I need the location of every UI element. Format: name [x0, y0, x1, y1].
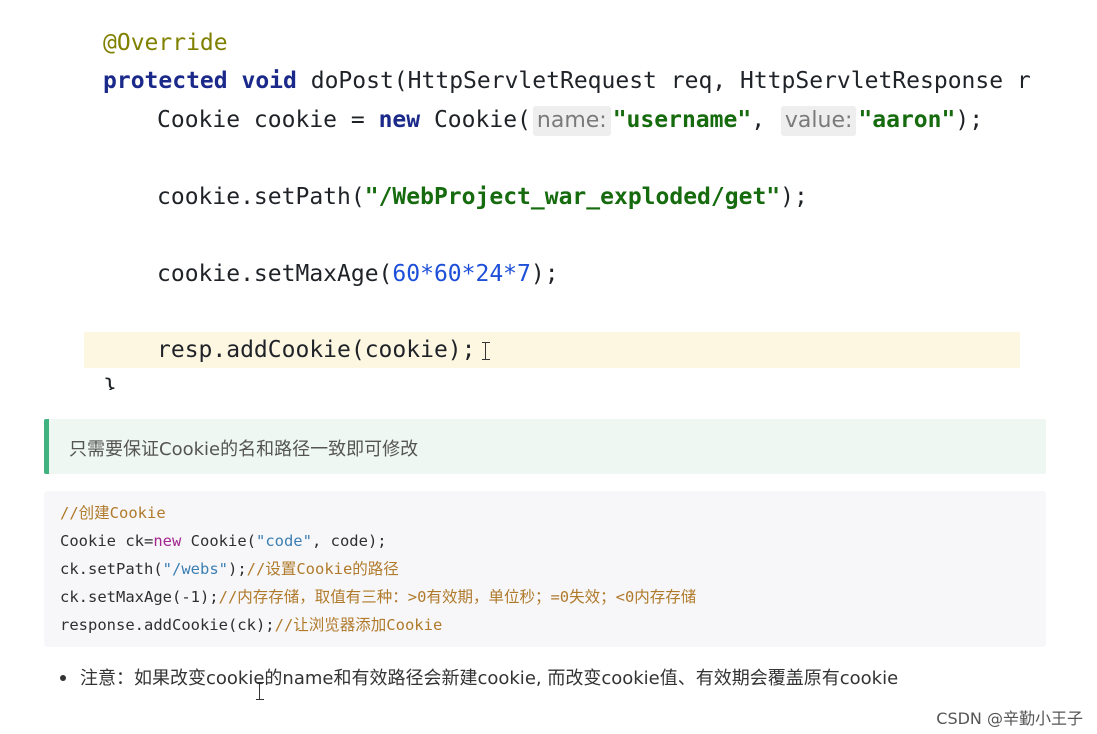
param-hint-name: name: [532, 106, 611, 136]
code-line-annotation: @Override [103, 30, 228, 56]
code-editor: @Override protected void doPost(HttpServ… [0, 0, 1097, 400]
code-line-new-cookie: Cookie cookie = new Cookie(name: "usernam… [0, 102, 1020, 138]
code-block-line: ck.setPath("/webs");//设置Cookie的路径 [60, 560, 399, 578]
text-cursor-icon [256, 682, 264, 700]
bullet-text: 注意：如果改变cookie的name和有效路径会新建cookie, 而改变coo… [80, 668, 899, 689]
note-blockquote: 只需要保证Cookie的名和路径一致即可修改 [44, 419, 1046, 474]
param-hint-value: value: [780, 106, 857, 136]
note-text: 只需要保证Cookie的名和路径一致即可修改 [69, 439, 419, 460]
code-block-line: //创建Cookie [60, 504, 166, 522]
code-line-closing-brace: } [103, 375, 117, 390]
bullet-icon [60, 675, 66, 681]
code-line-set-max-age: cookie.setMaxAge(60*60*24*7); [157, 261, 559, 287]
code-line-method-signature: protected void doPost(HttpServletRequest… [103, 68, 1031, 94]
code-block: //创建Cookie Cookie ck=new Cookie("code", … [44, 491, 1046, 647]
text-cursor-icon [482, 342, 490, 360]
code-line-set-path: cookie.setPath("/WebProject_war_exploded… [157, 184, 808, 210]
code-block-line: response.addCookie(ck);//让浏览器添加Cookie [60, 616, 443, 634]
watermark: CSDN @辛勤小王子 [936, 709, 1083, 728]
code-block-line: Cookie ck=new Cookie("code", code); [60, 532, 387, 550]
code-block-line: ck.setMaxAge(-1);//内存存储，取值有三种：>0有效期，单位秒；… [60, 588, 697, 606]
code-line-add-cookie-current[interactable]: resp.addCookie(cookie); [84, 332, 1020, 368]
